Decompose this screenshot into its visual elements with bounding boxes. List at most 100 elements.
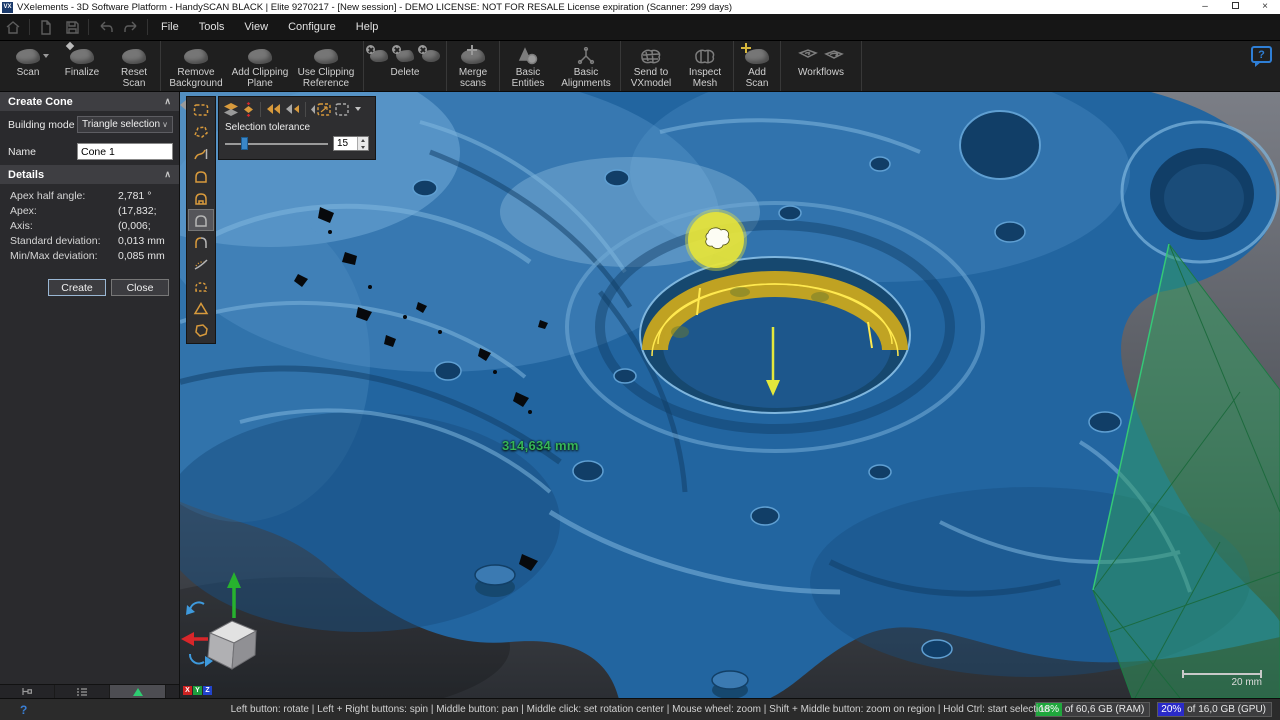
menu-help[interactable]: Help (346, 14, 389, 40)
ribbon-group-export: Send to VXmodel Inspect Mesh (621, 41, 734, 91)
details-title: Details (8, 169, 44, 181)
basic-alignments-icon (576, 45, 596, 67)
scan-icon (16, 45, 40, 67)
maximize-button[interactable] (1220, 0, 1250, 14)
delete-area-icon (422, 50, 440, 62)
inspect-mesh-button[interactable]: Inspect Mesh (679, 43, 731, 89)
rectangle-selection-tool[interactable] (188, 99, 214, 121)
close-button[interactable]: × (1250, 0, 1280, 14)
select-visible-icon[interactable] (241, 102, 256, 117)
tab-scan-active[interactable] (110, 685, 166, 698)
gpu-usage-indicator: 20% of 16,0 GB (GPU) (1157, 702, 1272, 717)
remove-background-button[interactable]: Remove Background (163, 43, 229, 89)
grow-selection-icon[interactable] (284, 102, 301, 116)
brush-stroke-selection-tool[interactable] (188, 253, 214, 275)
reset-scan-button[interactable]: Reset Scan (110, 43, 158, 89)
save-icon[interactable] (59, 17, 85, 37)
slider-handle[interactable] (241, 137, 248, 150)
add-scan-button[interactable]: Add Scan (736, 43, 778, 89)
home-icon[interactable] (0, 17, 26, 37)
polygon-selection-tool[interactable] (188, 121, 214, 143)
panel-title: Create Cone (8, 96, 73, 108)
workflow-icon (798, 48, 818, 64)
ribbon-group-scan: Scan Finalize Reset Scan (0, 41, 161, 91)
send-to-vxmodel-button[interactable]: Send to VXmodel (623, 43, 679, 89)
delete-scan-icon (370, 50, 388, 62)
building-mode-select[interactable]: Triangle selection ∨ (77, 116, 173, 133)
name-row: Name (0, 138, 179, 165)
workflows-button[interactable]: Workflows (783, 43, 859, 89)
tolerance-value-input[interactable] (334, 137, 357, 150)
building-mode-row: Building mode Triangle selection ∨ (0, 111, 179, 138)
ribbon-toolbar: Scan Finalize Reset Scan Remove Backgrou… (0, 41, 1280, 92)
gpu-percent: 20% (1158, 703, 1184, 716)
create-cone-header[interactable]: Create Cone ∧ (0, 92, 179, 111)
panel-tab-bar (0, 684, 179, 698)
minimize-button[interactable]: – (1190, 0, 1220, 14)
inspect-mesh-icon (693, 45, 717, 67)
help-bubble-button[interactable]: ? (1251, 46, 1272, 63)
new-document-icon[interactable] (33, 17, 59, 37)
basic-entities-button[interactable]: Basic Entities (502, 43, 554, 89)
mouse-hints: Left button: rotate | Left + Right butto… (231, 704, 1050, 715)
collapse-chevron-icon[interactable]: ∧ (164, 96, 171, 107)
basic-alignments-button[interactable]: Basic Alignments (554, 43, 618, 89)
scan-dropdown-caret (43, 54, 49, 58)
more-options-caret[interactable] (355, 107, 361, 111)
tolerance-spinbox (333, 136, 369, 151)
menu-tools[interactable]: Tools (189, 14, 235, 40)
merge-scans-button[interactable]: Merge scans (449, 43, 497, 89)
details-header[interactable]: Details ∧ (0, 165, 179, 184)
brush-selection-tool-3[interactable] (188, 231, 214, 253)
freehand-selection-tool[interactable] (188, 143, 214, 165)
status-bar: ? Left button: rotate | Left + Right but… (0, 698, 1280, 720)
finalize-button[interactable]: Finalize (54, 43, 110, 89)
brush-selection-tool-2[interactable] (188, 187, 214, 209)
workflow-icon (824, 48, 844, 64)
shrink-selection-icon[interactable] (265, 102, 282, 116)
scale-bar-label: 20 mm (1182, 677, 1262, 688)
select-through-icon[interactable] (223, 102, 239, 117)
name-label: Name (8, 146, 77, 158)
menu-view[interactable]: View (234, 14, 278, 40)
use-clipping-reference-icon (314, 45, 338, 67)
zoom-on-selection-icon[interactable] (310, 102, 332, 117)
axis-x-label: X (183, 686, 192, 695)
redo-icon[interactable] (118, 17, 144, 37)
connected-region-selection-tool[interactable] (188, 319, 214, 341)
close-panel-button[interactable]: Close (111, 279, 169, 296)
status-help-icon[interactable]: ? (20, 703, 27, 717)
frame-selection-icon[interactable] (334, 102, 350, 117)
collapse-chevron-icon[interactable]: ∧ (164, 169, 171, 180)
tolerance-slider[interactable] (225, 137, 328, 150)
brush-selection-tool-active[interactable] (188, 209, 214, 231)
menu-configure[interactable]: Configure (278, 14, 346, 40)
tab-tree-view[interactable] (0, 685, 55, 698)
3d-scene[interactable] (180, 92, 1280, 698)
dashed-brush-selection-tool[interactable] (188, 275, 214, 297)
create-cone-panel: Create Cone ∧ Building mode Triangle sel… (0, 92, 180, 698)
ribbon-group-entities: Basic Entities Basic Alignments (500, 41, 621, 91)
menu-file[interactable]: File (151, 14, 189, 40)
triangle-selection-tool[interactable] (188, 297, 214, 319)
undo-icon[interactable] (92, 17, 118, 37)
delete-button[interactable]: Delete (366, 43, 444, 89)
merge-scans-icon (461, 45, 485, 67)
add-clipping-plane-button[interactable]: Add Clipping Plane (229, 43, 291, 89)
scan-button[interactable]: Scan (2, 43, 54, 89)
menu-separator (88, 19, 89, 35)
ram-text: of 60,6 GB (RAM) (1065, 704, 1144, 715)
selection-brush-cursor (685, 209, 747, 271)
brush-selection-tool-1[interactable] (188, 165, 214, 187)
spin-arrows (357, 137, 368, 150)
scale-bar: 20 mm (1182, 673, 1262, 688)
create-button[interactable]: Create (48, 279, 106, 296)
name-input[interactable] (77, 143, 173, 160)
ribbon-group-merge: Merge scans (447, 41, 500, 91)
use-clipping-reference-button[interactable]: Use Clipping Reference (291, 43, 361, 89)
spin-down-button[interactable] (358, 144, 368, 151)
ribbon-group-workflows: Workflows (781, 41, 862, 91)
tab-list-view[interactable] (55, 685, 110, 698)
select-chevron-icon: ∨ (162, 120, 168, 129)
3d-viewport[interactable]: Selection tolerance 314,634 mm 20 mm (180, 92, 1280, 698)
